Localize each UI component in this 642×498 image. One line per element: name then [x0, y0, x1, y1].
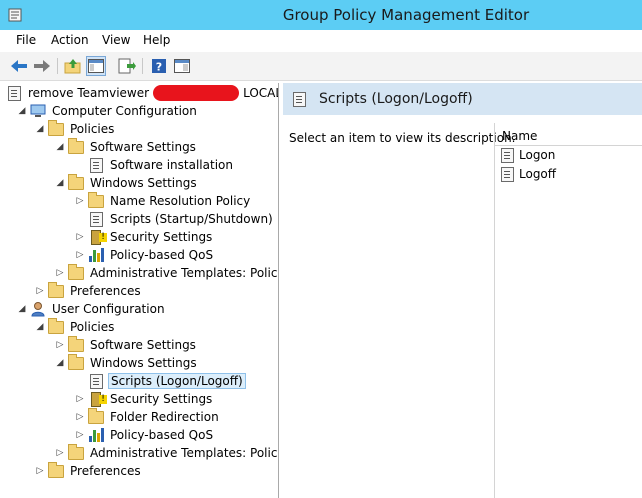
export-list-icon[interactable] — [117, 56, 137, 76]
qos-chart-icon — [88, 247, 104, 263]
expand-arrow-icon[interactable]: ▷ — [74, 196, 86, 206]
folder-icon — [68, 335, 84, 353]
console-tree[interactable]: remove Teamviewer LOCAL] ◢ Computer Conf… — [4, 83, 279, 498]
collapse-arrow-icon[interactable]: ◢ — [34, 322, 46, 332]
user-icon — [30, 301, 46, 317]
folder-icon — [68, 353, 84, 371]
script-icon — [88, 211, 104, 227]
collapse-arrow-icon[interactable]: ◢ — [54, 358, 66, 368]
details-header: Scripts (Logon/Logoff) — [283, 83, 642, 115]
script-icon — [88, 157, 104, 173]
tree-item-security-settings[interactable]: ▷ Security Settings — [74, 228, 214, 246]
title-bar: Group Policy Management Editor — [0, 0, 642, 30]
tree-item-user-policy-based-qos[interactable]: ▷ Policy-based QoS — [74, 426, 215, 444]
collapse-arrow-icon[interactable]: ◢ — [34, 124, 46, 134]
tree-item-user-security-settings[interactable]: ▷ Security Settings — [74, 390, 214, 408]
tree-item-name-resolution-policy[interactable]: ▷ Name Resolution Policy — [74, 191, 252, 210]
expand-arrow-icon[interactable]: ▷ — [54, 448, 66, 458]
folder-icon — [68, 263, 84, 281]
tree-item-user-administrative-templates[interactable]: ▷ Administrative Templates: Policy def — [54, 443, 278, 462]
script-icon — [293, 92, 306, 107]
tree-item-user-configuration[interactable]: ◢ User Configuration — [16, 300, 167, 318]
tree-item-preferences[interactable]: ▷ Preferences — [34, 281, 143, 300]
collapse-arrow-icon[interactable]: ◢ — [54, 142, 66, 152]
gpo-scroll-icon — [6, 85, 22, 101]
menu-bar: File Action View Help — [0, 30, 642, 52]
collapse-arrow-icon[interactable]: ◢ — [54, 178, 66, 188]
svg-text:?: ? — [156, 61, 162, 74]
redaction-mark — [153, 85, 240, 101]
name-column-header[interactable]: Name — [495, 127, 642, 146]
menu-help[interactable]: Help — [143, 33, 170, 47]
toolbar: ? — [0, 52, 642, 81]
tree-item-user-software-settings[interactable]: ▷ Software Settings — [54, 335, 198, 354]
menu-action[interactable]: Action — [51, 33, 89, 47]
tree-item-scripts-logon-logoff[interactable]: Scripts (Logon/Logoff) — [74, 372, 246, 390]
expand-arrow-icon[interactable]: ▷ — [34, 286, 46, 296]
tree-item-user-policies[interactable]: ◢ Policies — [34, 317, 116, 336]
folder-icon — [48, 317, 64, 335]
qos-chart-icon — [88, 427, 104, 443]
security-icon — [88, 391, 107, 407]
tree-item-software-settings[interactable]: ◢ Software Settings — [54, 137, 198, 156]
forward-arrow-icon[interactable] — [32, 56, 52, 76]
folder-icon — [68, 137, 84, 155]
folder-icon — [88, 191, 104, 209]
tree-item-policy-based-qos[interactable]: ▷ Policy-based QoS — [74, 246, 215, 264]
script-icon — [501, 147, 514, 163]
menu-view[interactable]: View — [102, 33, 130, 47]
expand-arrow-icon[interactable]: ▷ — [74, 394, 86, 404]
tree-item-folder-redirection[interactable]: ▷ Folder Redirection — [74, 407, 221, 426]
tree-root-gpo[interactable]: remove Teamviewer LOCAL] — [6, 84, 278, 102]
expand-arrow-icon[interactable]: ▷ — [74, 412, 86, 422]
expand-arrow-icon[interactable]: ▷ — [74, 232, 86, 242]
description-text: Select an item to view its description. — [289, 131, 516, 145]
details-title: Scripts (Logon/Logoff) — [319, 91, 473, 107]
show-hide-tree-icon[interactable] — [86, 56, 106, 76]
tree-item-windows-settings[interactable]: ◢ Windows Settings — [54, 173, 199, 192]
expand-arrow-icon[interactable]: ▷ — [74, 250, 86, 260]
folder-icon — [68, 443, 84, 461]
collapse-arrow-icon[interactable]: ◢ — [16, 106, 28, 116]
tree-item-user-windows-settings[interactable]: ◢ Windows Settings — [54, 353, 199, 372]
tree-item-user-preferences[interactable]: ▷ Preferences — [34, 461, 143, 480]
back-arrow-icon[interactable] — [9, 56, 29, 76]
details-pane: Scripts (Logon/Logoff) Select an item to… — [283, 83, 642, 498]
tree-item-policies[interactable]: ◢ Policies — [34, 119, 116, 138]
folder-icon — [68, 173, 84, 191]
folder-icon — [48, 281, 64, 299]
window-title: Group Policy Management Editor — [282, 6, 530, 24]
expand-arrow-icon[interactable]: ▷ — [54, 340, 66, 350]
list-item-logoff[interactable]: Logoff — [501, 165, 556, 183]
security-icon — [88, 229, 107, 245]
help-icon[interactable]: ? — [149, 56, 169, 76]
items-list[interactable]: Name Logon Logoff — [494, 123, 642, 498]
collapse-arrow-icon[interactable]: ◢ — [16, 304, 28, 314]
tree-item-software-installation[interactable]: Software installation — [74, 156, 235, 174]
expand-arrow-icon[interactable]: ▷ — [34, 466, 46, 476]
folder-icon — [48, 119, 64, 137]
tree-item-administrative-templates[interactable]: ▷ Administrative Templates: Policy de — [54, 263, 278, 282]
tree-item-computer-configuration[interactable]: ◢ Computer Configuration — [16, 102, 199, 120]
menu-file[interactable]: File — [16, 33, 36, 47]
folder-icon — [48, 461, 64, 479]
computer-icon — [30, 103, 46, 119]
script-icon — [501, 166, 514, 182]
script-icon — [88, 373, 104, 389]
tree-item-scripts-startup-shutdown[interactable]: Scripts (Startup/Shutdown) — [74, 210, 275, 228]
list-item-logon[interactable]: Logon — [501, 146, 555, 164]
properties-pane-icon[interactable] — [172, 56, 192, 76]
expand-arrow-icon[interactable]: ▷ — [54, 268, 66, 278]
up-folder-icon[interactable] — [63, 56, 83, 76]
folder-icon — [88, 407, 104, 425]
expand-arrow-icon[interactable]: ▷ — [74, 430, 86, 440]
